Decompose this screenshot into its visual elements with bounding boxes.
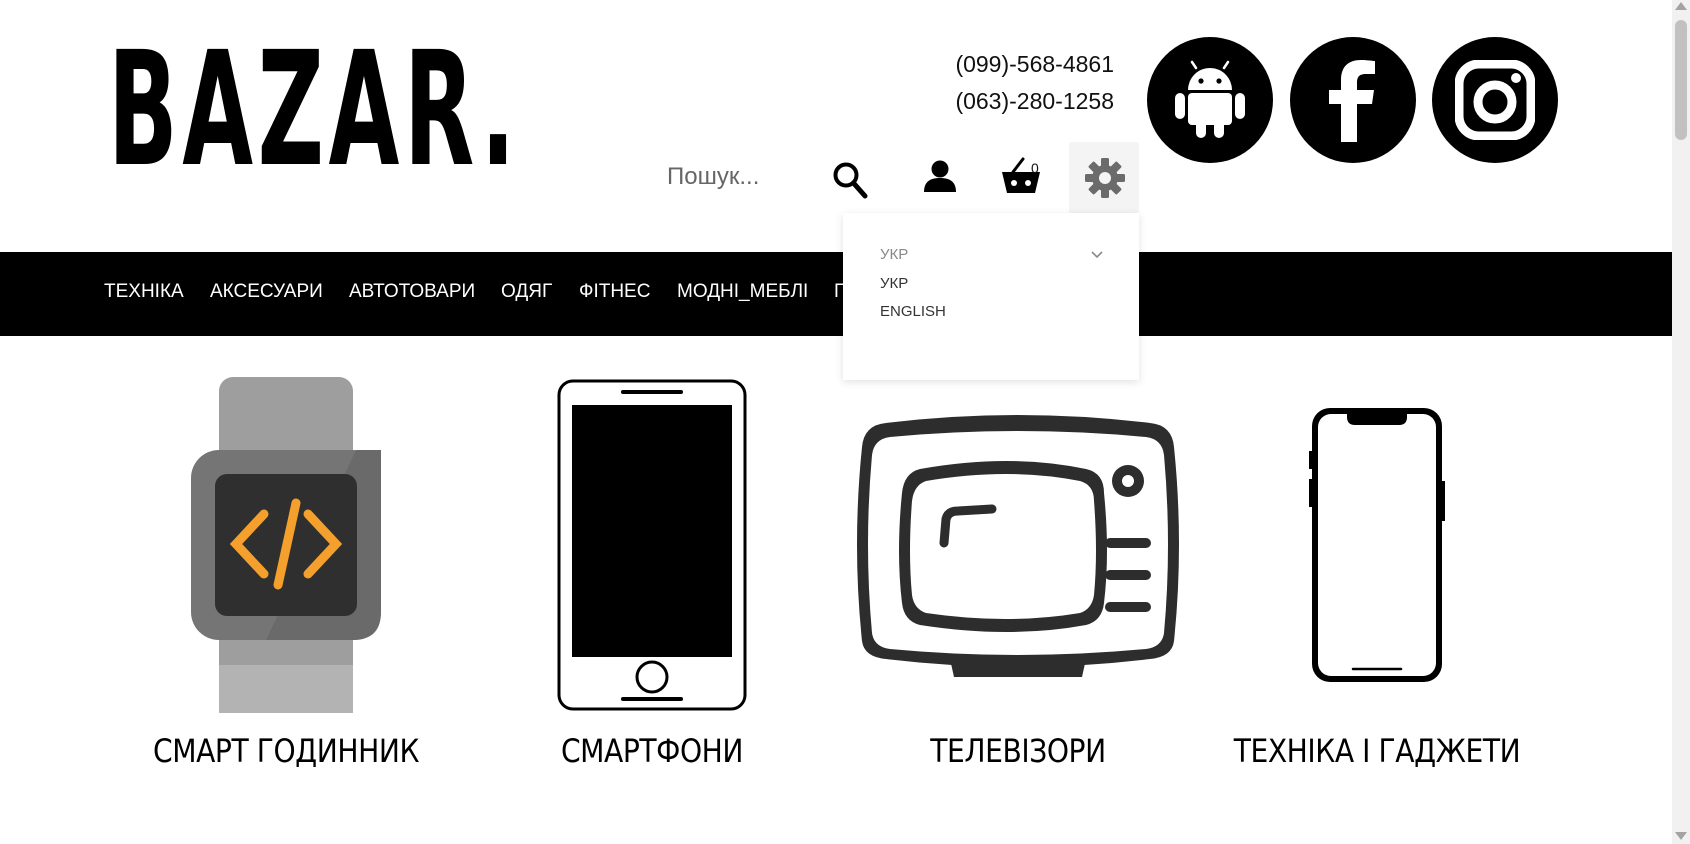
instagram-link[interactable] [1432, 37, 1558, 163]
cart-count-badge: 0 [1031, 160, 1039, 176]
category-label: СМАРТФОНИ [560, 732, 744, 770]
scroll-down-arrow-icon[interactable] [1675, 832, 1687, 840]
svg-text:BAZAR.: BAZAR. [108, 40, 520, 170]
nav-item-tekhnika[interactable]: ТЕХНІКА [104, 281, 184, 303]
nav-item-avtotovary[interactable]: АВТОТОВАРИ [349, 281, 475, 303]
iphone-icon [1207, 370, 1547, 720]
search-button[interactable] [830, 160, 870, 204]
settings-button[interactable] [1069, 142, 1139, 214]
nav-item-aksesuary[interactable]: АКСЕСУАРИ [210, 281, 323, 303]
android-icon [1172, 60, 1248, 140]
page: BAZAR. (099)-568-4861 (063)-280-1258 Пош… [0, 0, 1672, 844]
nav-item-modni-mebli[interactable]: МОДНІ_МЕБЛІ [677, 281, 808, 303]
language-option-english[interactable]: ENGLISH [880, 303, 946, 320]
search-input[interactable]: Пошук... [667, 163, 759, 191]
category-label: ТЕХНІКА І ГАДЖЕТИ [1233, 732, 1521, 770]
scroll-up-arrow-icon[interactable] [1675, 2, 1687, 10]
smartwatch-icon [116, 370, 456, 720]
facebook-icon [1323, 58, 1383, 142]
smartphone-icon [482, 370, 822, 720]
nav-item-odiah[interactable]: ОДЯГ [501, 281, 552, 303]
scrollbar-thumb[interactable] [1675, 20, 1687, 140]
search-icon [832, 161, 868, 204]
category-smart-watch[interactable]: СМАРТ ГОДИННИК [116, 370, 456, 770]
tv-icon [848, 370, 1188, 720]
language-select[interactable]: УКР [880, 246, 908, 263]
instagram-icon [1455, 60, 1535, 140]
gear-icon [1085, 158, 1125, 203]
language-option-ukr[interactable]: УКР [880, 275, 908, 292]
category-label: ТЕЛЕВІЗОРИ [930, 732, 1106, 770]
chevron-down-icon[interactable] [1091, 247, 1103, 262]
contact-phones: (099)-568-4861 (063)-280-1258 [930, 46, 1114, 120]
language-dropdown: УКР УКР ENGLISH [843, 213, 1139, 380]
category-label: СМАРТ ГОДИННИК [152, 732, 420, 770]
category-tech-gadgets[interactable]: ТЕХНІКА І ГАДЖЕТИ [1207, 370, 1547, 770]
site-logo[interactable]: BAZAR. [108, 18, 528, 202]
phone-number-1[interactable]: (099)-568-4861 [930, 46, 1114, 83]
facebook-link[interactable] [1290, 37, 1416, 163]
category-tvs[interactable]: ТЕЛЕВІЗОРИ [848, 370, 1188, 770]
nav-item-fitnes[interactable]: ФІТНЕС [579, 281, 650, 303]
category-smartphones[interactable]: СМАРТФОНИ [482, 370, 822, 770]
account-button[interactable] [920, 158, 960, 198]
android-app-link[interactable] [1147, 37, 1273, 163]
phone-number-2[interactable]: (063)-280-1258 [930, 83, 1114, 120]
user-icon [923, 159, 957, 198]
